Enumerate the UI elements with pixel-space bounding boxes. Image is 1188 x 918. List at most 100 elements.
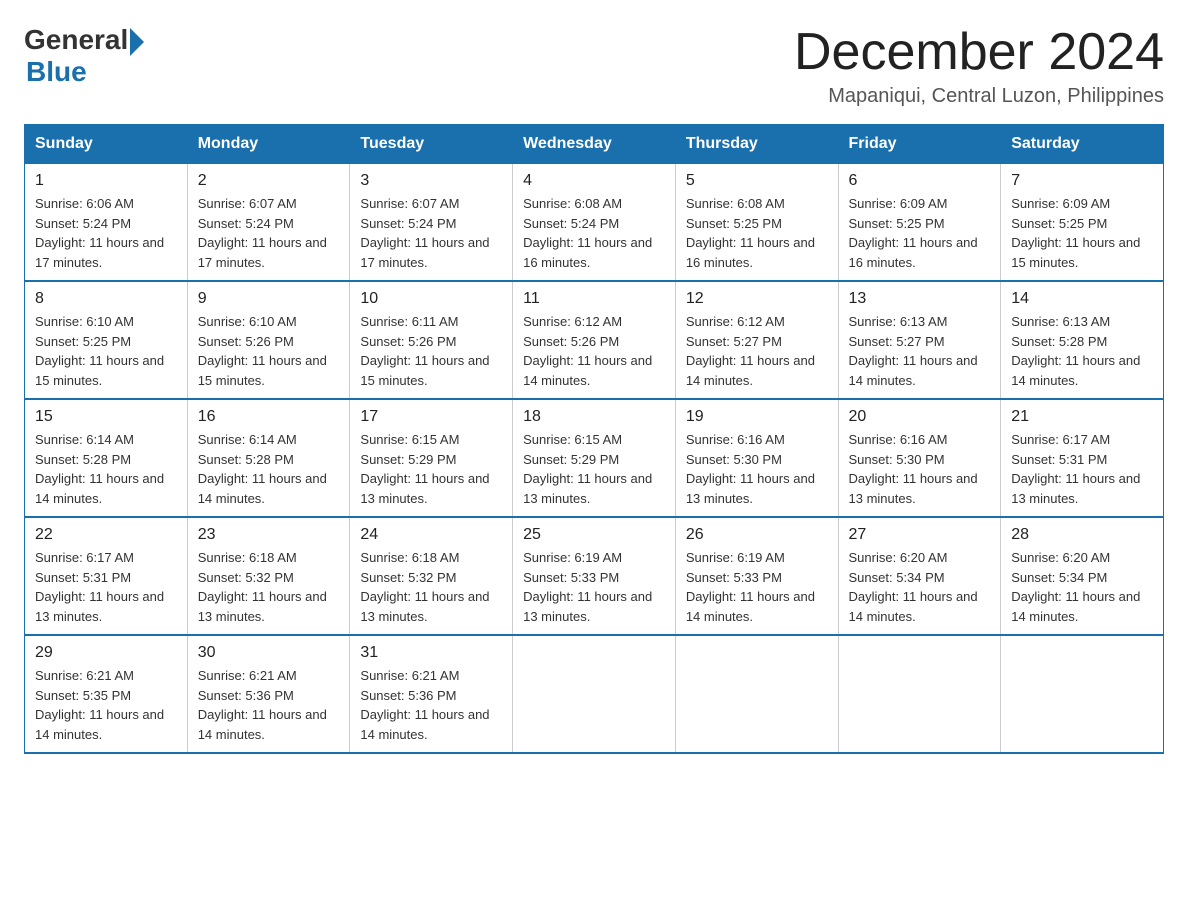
calendar-cell: 31 Sunrise: 6:21 AMSunset: 5:36 PMDaylig… <box>350 635 513 753</box>
day-number: 3 <box>360 172 502 190</box>
calendar-cell: 14 Sunrise: 6:13 AMSunset: 5:28 PMDaylig… <box>1001 281 1164 399</box>
day-number: 7 <box>1011 172 1153 190</box>
day-info: Sunrise: 6:20 AMSunset: 5:34 PMDaylight:… <box>1011 548 1153 626</box>
day-number: 23 <box>198 526 340 544</box>
day-number: 10 <box>360 290 502 308</box>
day-info: Sunrise: 6:10 AMSunset: 5:26 PMDaylight:… <box>198 312 340 390</box>
day-number: 19 <box>686 408 828 426</box>
day-number: 21 <box>1011 408 1153 426</box>
calendar-cell <box>1001 635 1164 753</box>
weekday-header-tuesday: Tuesday <box>350 125 513 164</box>
day-info: Sunrise: 6:06 AMSunset: 5:24 PMDaylight:… <box>35 194 177 272</box>
calendar-cell: 26 Sunrise: 6:19 AMSunset: 5:33 PMDaylig… <box>675 517 838 635</box>
calendar-cell: 15 Sunrise: 6:14 AMSunset: 5:28 PMDaylig… <box>25 399 188 517</box>
calendar-cell: 13 Sunrise: 6:13 AMSunset: 5:27 PMDaylig… <box>838 281 1001 399</box>
weekday-header-wednesday: Wednesday <box>513 125 676 164</box>
day-info: Sunrise: 6:20 AMSunset: 5:34 PMDaylight:… <box>849 548 991 626</box>
location-text: Mapaniqui, Central Luzon, Philippines <box>794 85 1164 108</box>
day-info: Sunrise: 6:12 AMSunset: 5:27 PMDaylight:… <box>686 312 828 390</box>
logo-general-text: General <box>24 24 128 56</box>
day-info: Sunrise: 6:16 AMSunset: 5:30 PMDaylight:… <box>686 430 828 508</box>
calendar-cell: 12 Sunrise: 6:12 AMSunset: 5:27 PMDaylig… <box>675 281 838 399</box>
day-info: Sunrise: 6:07 AMSunset: 5:24 PMDaylight:… <box>360 194 502 272</box>
weekday-header-row: SundayMondayTuesdayWednesdayThursdayFrid… <box>25 125 1164 164</box>
logo-blue-text: Blue <box>26 56 87 88</box>
day-number: 16 <box>198 408 340 426</box>
day-number: 8 <box>35 290 177 308</box>
calendar-cell: 23 Sunrise: 6:18 AMSunset: 5:32 PMDaylig… <box>187 517 350 635</box>
day-number: 27 <box>849 526 991 544</box>
day-info: Sunrise: 6:10 AMSunset: 5:25 PMDaylight:… <box>35 312 177 390</box>
day-info: Sunrise: 6:18 AMSunset: 5:32 PMDaylight:… <box>360 548 502 626</box>
day-number: 4 <box>523 172 665 190</box>
day-number: 28 <box>1011 526 1153 544</box>
day-info: Sunrise: 6:11 AMSunset: 5:26 PMDaylight:… <box>360 312 502 390</box>
calendar-cell <box>675 635 838 753</box>
day-number: 24 <box>360 526 502 544</box>
calendar-cell: 20 Sunrise: 6:16 AMSunset: 5:30 PMDaylig… <box>838 399 1001 517</box>
day-info: Sunrise: 6:17 AMSunset: 5:31 PMDaylight:… <box>1011 430 1153 508</box>
day-number: 18 <box>523 408 665 426</box>
calendar-cell: 22 Sunrise: 6:17 AMSunset: 5:31 PMDaylig… <box>25 517 188 635</box>
page-header: General Blue December 2024 Mapaniqui, Ce… <box>24 24 1164 108</box>
calendar-week-5: 29 Sunrise: 6:21 AMSunset: 5:35 PMDaylig… <box>25 635 1164 753</box>
calendar-cell: 24 Sunrise: 6:18 AMSunset: 5:32 PMDaylig… <box>350 517 513 635</box>
calendar-cell: 27 Sunrise: 6:20 AMSunset: 5:34 PMDaylig… <box>838 517 1001 635</box>
weekday-header-thursday: Thursday <box>675 125 838 164</box>
day-info: Sunrise: 6:13 AMSunset: 5:27 PMDaylight:… <box>849 312 991 390</box>
title-block: December 2024 Mapaniqui, Central Luzon, … <box>794 24 1164 108</box>
day-info: Sunrise: 6:09 AMSunset: 5:25 PMDaylight:… <box>1011 194 1153 272</box>
day-info: Sunrise: 6:17 AMSunset: 5:31 PMDaylight:… <box>35 548 177 626</box>
calendar-header: SundayMondayTuesdayWednesdayThursdayFrid… <box>25 125 1164 164</box>
day-info: Sunrise: 6:15 AMSunset: 5:29 PMDaylight:… <box>523 430 665 508</box>
day-number: 1 <box>35 172 177 190</box>
calendar-cell: 3 Sunrise: 6:07 AMSunset: 5:24 PMDayligh… <box>350 164 513 282</box>
day-info: Sunrise: 6:14 AMSunset: 5:28 PMDaylight:… <box>198 430 340 508</box>
day-info: Sunrise: 6:21 AMSunset: 5:36 PMDaylight:… <box>198 666 340 744</box>
day-number: 22 <box>35 526 177 544</box>
day-number: 12 <box>686 290 828 308</box>
calendar-cell: 28 Sunrise: 6:20 AMSunset: 5:34 PMDaylig… <box>1001 517 1164 635</box>
day-number: 5 <box>686 172 828 190</box>
calendar-cell: 25 Sunrise: 6:19 AMSunset: 5:33 PMDaylig… <box>513 517 676 635</box>
day-number: 30 <box>198 644 340 662</box>
day-number: 20 <box>849 408 991 426</box>
logo-arrow-icon <box>130 28 144 56</box>
day-info: Sunrise: 6:07 AMSunset: 5:24 PMDaylight:… <box>198 194 340 272</box>
day-number: 11 <box>523 290 665 308</box>
calendar-cell: 8 Sunrise: 6:10 AMSunset: 5:25 PMDayligh… <box>25 281 188 399</box>
calendar-cell: 30 Sunrise: 6:21 AMSunset: 5:36 PMDaylig… <box>187 635 350 753</box>
day-info: Sunrise: 6:19 AMSunset: 5:33 PMDaylight:… <box>523 548 665 626</box>
calendar-cell: 4 Sunrise: 6:08 AMSunset: 5:24 PMDayligh… <box>513 164 676 282</box>
weekday-header-saturday: Saturday <box>1001 125 1164 164</box>
calendar-cell: 21 Sunrise: 6:17 AMSunset: 5:31 PMDaylig… <box>1001 399 1164 517</box>
day-info: Sunrise: 6:18 AMSunset: 5:32 PMDaylight:… <box>198 548 340 626</box>
logo: General Blue <box>24 24 144 88</box>
day-number: 31 <box>360 644 502 662</box>
day-number: 2 <box>198 172 340 190</box>
day-info: Sunrise: 6:15 AMSunset: 5:29 PMDaylight:… <box>360 430 502 508</box>
calendar-cell <box>838 635 1001 753</box>
calendar-cell: 10 Sunrise: 6:11 AMSunset: 5:26 PMDaylig… <box>350 281 513 399</box>
calendar-week-3: 15 Sunrise: 6:14 AMSunset: 5:28 PMDaylig… <box>25 399 1164 517</box>
month-title: December 2024 <box>794 24 1164 81</box>
weekday-header-monday: Monday <box>187 125 350 164</box>
calendar-cell: 7 Sunrise: 6:09 AMSunset: 5:25 PMDayligh… <box>1001 164 1164 282</box>
day-info: Sunrise: 6:08 AMSunset: 5:25 PMDaylight:… <box>686 194 828 272</box>
day-info: Sunrise: 6:14 AMSunset: 5:28 PMDaylight:… <box>35 430 177 508</box>
calendar-cell: 16 Sunrise: 6:14 AMSunset: 5:28 PMDaylig… <box>187 399 350 517</box>
calendar-cell: 6 Sunrise: 6:09 AMSunset: 5:25 PMDayligh… <box>838 164 1001 282</box>
weekday-header-friday: Friday <box>838 125 1001 164</box>
day-info: Sunrise: 6:21 AMSunset: 5:36 PMDaylight:… <box>360 666 502 744</box>
calendar-cell: 17 Sunrise: 6:15 AMSunset: 5:29 PMDaylig… <box>350 399 513 517</box>
calendar-body: 1 Sunrise: 6:06 AMSunset: 5:24 PMDayligh… <box>25 164 1164 754</box>
calendar-cell: 18 Sunrise: 6:15 AMSunset: 5:29 PMDaylig… <box>513 399 676 517</box>
day-number: 14 <box>1011 290 1153 308</box>
day-number: 25 <box>523 526 665 544</box>
day-number: 15 <box>35 408 177 426</box>
day-number: 9 <box>198 290 340 308</box>
calendar-cell: 5 Sunrise: 6:08 AMSunset: 5:25 PMDayligh… <box>675 164 838 282</box>
calendar-cell: 9 Sunrise: 6:10 AMSunset: 5:26 PMDayligh… <box>187 281 350 399</box>
calendar-cell: 1 Sunrise: 6:06 AMSunset: 5:24 PMDayligh… <box>25 164 188 282</box>
day-info: Sunrise: 6:13 AMSunset: 5:28 PMDaylight:… <box>1011 312 1153 390</box>
